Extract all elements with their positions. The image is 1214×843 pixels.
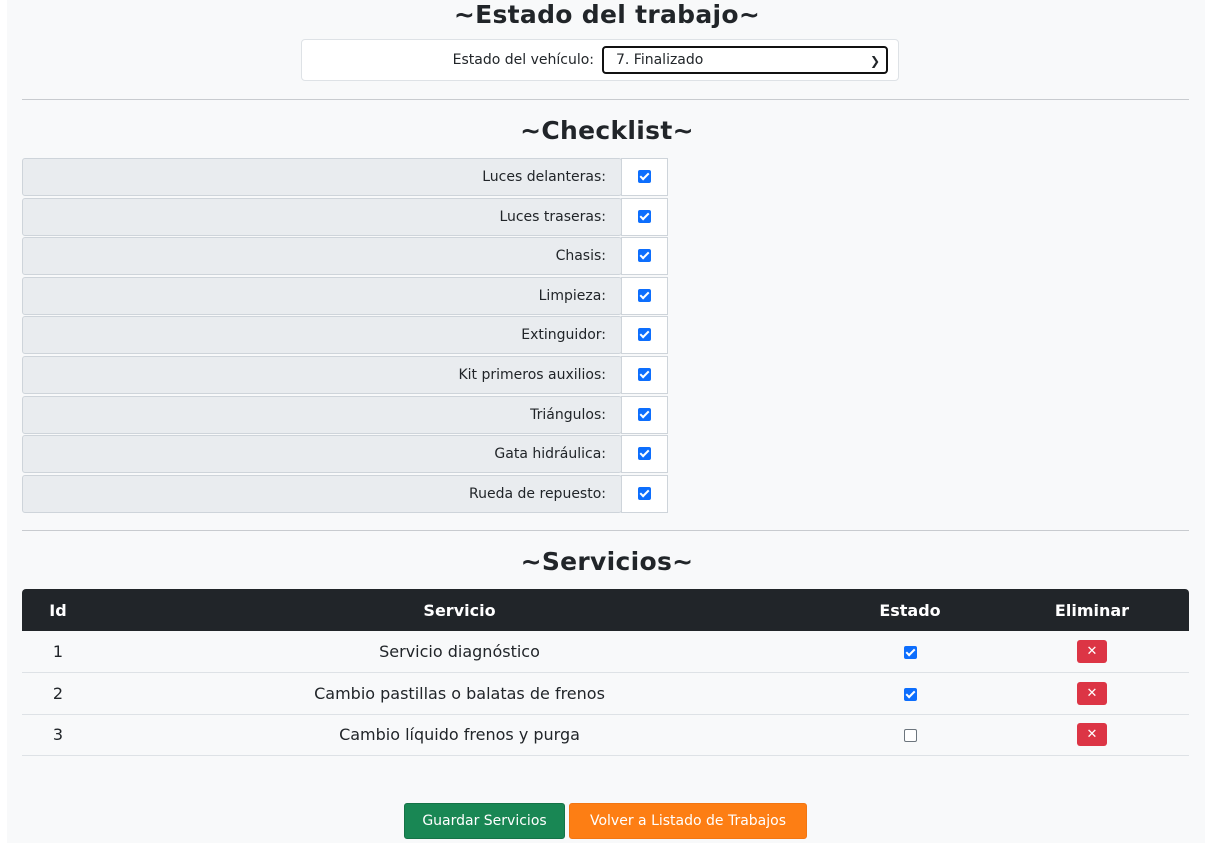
checklist-item: Extinguidor: [22, 316, 668, 356]
checklist-item: Luces traseras: [22, 197, 668, 238]
checklist-checkbox[interactable] [638, 249, 651, 263]
service-estado-checkbox[interactable] [903, 687, 917, 701]
table-row: 3 Cambio líquido frenos y purga ✕ [22, 714, 1189, 756]
delete-button[interactable]: ✕ [1077, 723, 1107, 747]
checklist-checkbox[interactable] [638, 288, 651, 302]
table-row: 1 Servicio diagnóstico ✕ [22, 631, 1189, 673]
checklist-item: Rueda de repuesto: [22, 474, 668, 515]
service-id: 3 [52, 725, 64, 745]
service-estado-checkbox[interactable] [903, 646, 917, 659]
servicios-table: Id Servicio Estado Eliminar 1 Servicio d… [22, 589, 1189, 756]
service-delete-cell: ✕ [995, 714, 1189, 756]
table-row: 2 Cambio pastillas o balatas de frenos ✕ [22, 673, 1189, 715]
close-icon: ✕ [1086, 685, 1098, 701]
estado-title: ~Estado del trabajo~ [453, 0, 761, 29]
service-name: Cambio líquido frenos y purga [339, 725, 580, 745]
checklist-item-label: Gata hidráulica: [22, 435, 622, 474]
estado-selected-value: 7. Finalizado [616, 52, 704, 68]
table-header-row: Id Servicio Estado Eliminar [22, 589, 1189, 631]
column-header-estado: Estado [879, 600, 941, 620]
checklist-item-cell [621, 158, 668, 196]
estado-select[interactable]: 7. Finalizado ❯ [602, 46, 888, 74]
checklist-checkbox[interactable] [638, 170, 651, 183]
checklist-item: Limpieza: [22, 276, 668, 317]
checklist-checkbox[interactable] [638, 407, 651, 421]
back-to-list-button[interactable]: Volver a Listado de Trabajos [569, 803, 807, 839]
checklist-item: Luces delanteras: [22, 158, 668, 198]
checklist-item-cell [621, 316, 668, 355]
save-services-button[interactable]: Guardar Servicios [404, 803, 565, 839]
checklist-item: Chasis: [22, 237, 668, 277]
checklist-item-label: Chasis: [22, 237, 622, 276]
checklist-item-label: Luces traseras: [22, 197, 622, 236]
column-header-eliminar: Eliminar [1054, 600, 1130, 620]
checklist: Luces delanteras: Luces traseras: Chasis… [22, 158, 668, 514]
close-icon: ✕ [1086, 644, 1098, 659]
service-id: 1 [52, 642, 64, 661]
service-delete-cell: ✕ [995, 631, 1189, 673]
service-delete-cell: ✕ [995, 673, 1189, 715]
checklist-item-cell [621, 355, 668, 394]
checklist-checkbox[interactable] [638, 486, 651, 500]
checklist-item-cell [621, 237, 668, 276]
checklist-checkbox[interactable] [638, 367, 651, 381]
checklist-item-label: Triángulos: [22, 395, 622, 434]
estado-box: Estado del vehículo: 7. Finalizado ❯ [301, 39, 899, 81]
checklist-item-cell [621, 474, 668, 513]
delete-button[interactable]: ✕ [1077, 681, 1107, 705]
checklist-item: Kit primeros auxilios: [22, 355, 668, 396]
checklist-item-label: Limpieza: [22, 276, 622, 315]
checklist-item-label: Luces delanteras: [22, 158, 622, 196]
checklist-item-cell [621, 197, 668, 236]
checklist-title: ~Checklist~ [520, 116, 694, 145]
column-header-servicio: Servicio [423, 600, 496, 620]
checklist-checkbox[interactable] [638, 209, 651, 223]
checklist-item-label: Extinguidor: [22, 316, 622, 355]
service-name: Cambio pastillas o balatas de frenos [314, 683, 605, 703]
checklist-checkbox[interactable] [638, 328, 651, 342]
service-estado-cell [825, 631, 995, 673]
checklist-item: Gata hidráulica: [22, 435, 668, 475]
service-estado-cell [825, 714, 995, 756]
servicios-title: ~Servicios~ [520, 547, 694, 576]
service-estado-checkbox[interactable] [903, 729, 917, 743]
service-id: 2 [52, 683, 64, 703]
checklist-item-label: Kit primeros auxilios: [22, 355, 622, 394]
checklist-item-cell [621, 435, 668, 474]
chevron-down-icon: ❯ [869, 54, 880, 68]
checklist-item-label: Rueda de repuesto: [22, 474, 622, 513]
close-icon: ✕ [1086, 727, 1098, 743]
divider [22, 530, 1189, 531]
checklist-item: Triángulos: [22, 395, 668, 436]
estado-label: Estado del vehículo: [452, 52, 594, 68]
divider [22, 99, 1189, 100]
service-estado-cell [825, 673, 995, 715]
checklist-item-cell [621, 395, 668, 434]
column-header-id: Id [49, 600, 67, 620]
checklist-checkbox[interactable] [638, 447, 651, 461]
checklist-item-cell [621, 276, 668, 315]
delete-button[interactable]: ✕ [1077, 640, 1107, 663]
service-name: Servicio diagnóstico [379, 642, 540, 661]
